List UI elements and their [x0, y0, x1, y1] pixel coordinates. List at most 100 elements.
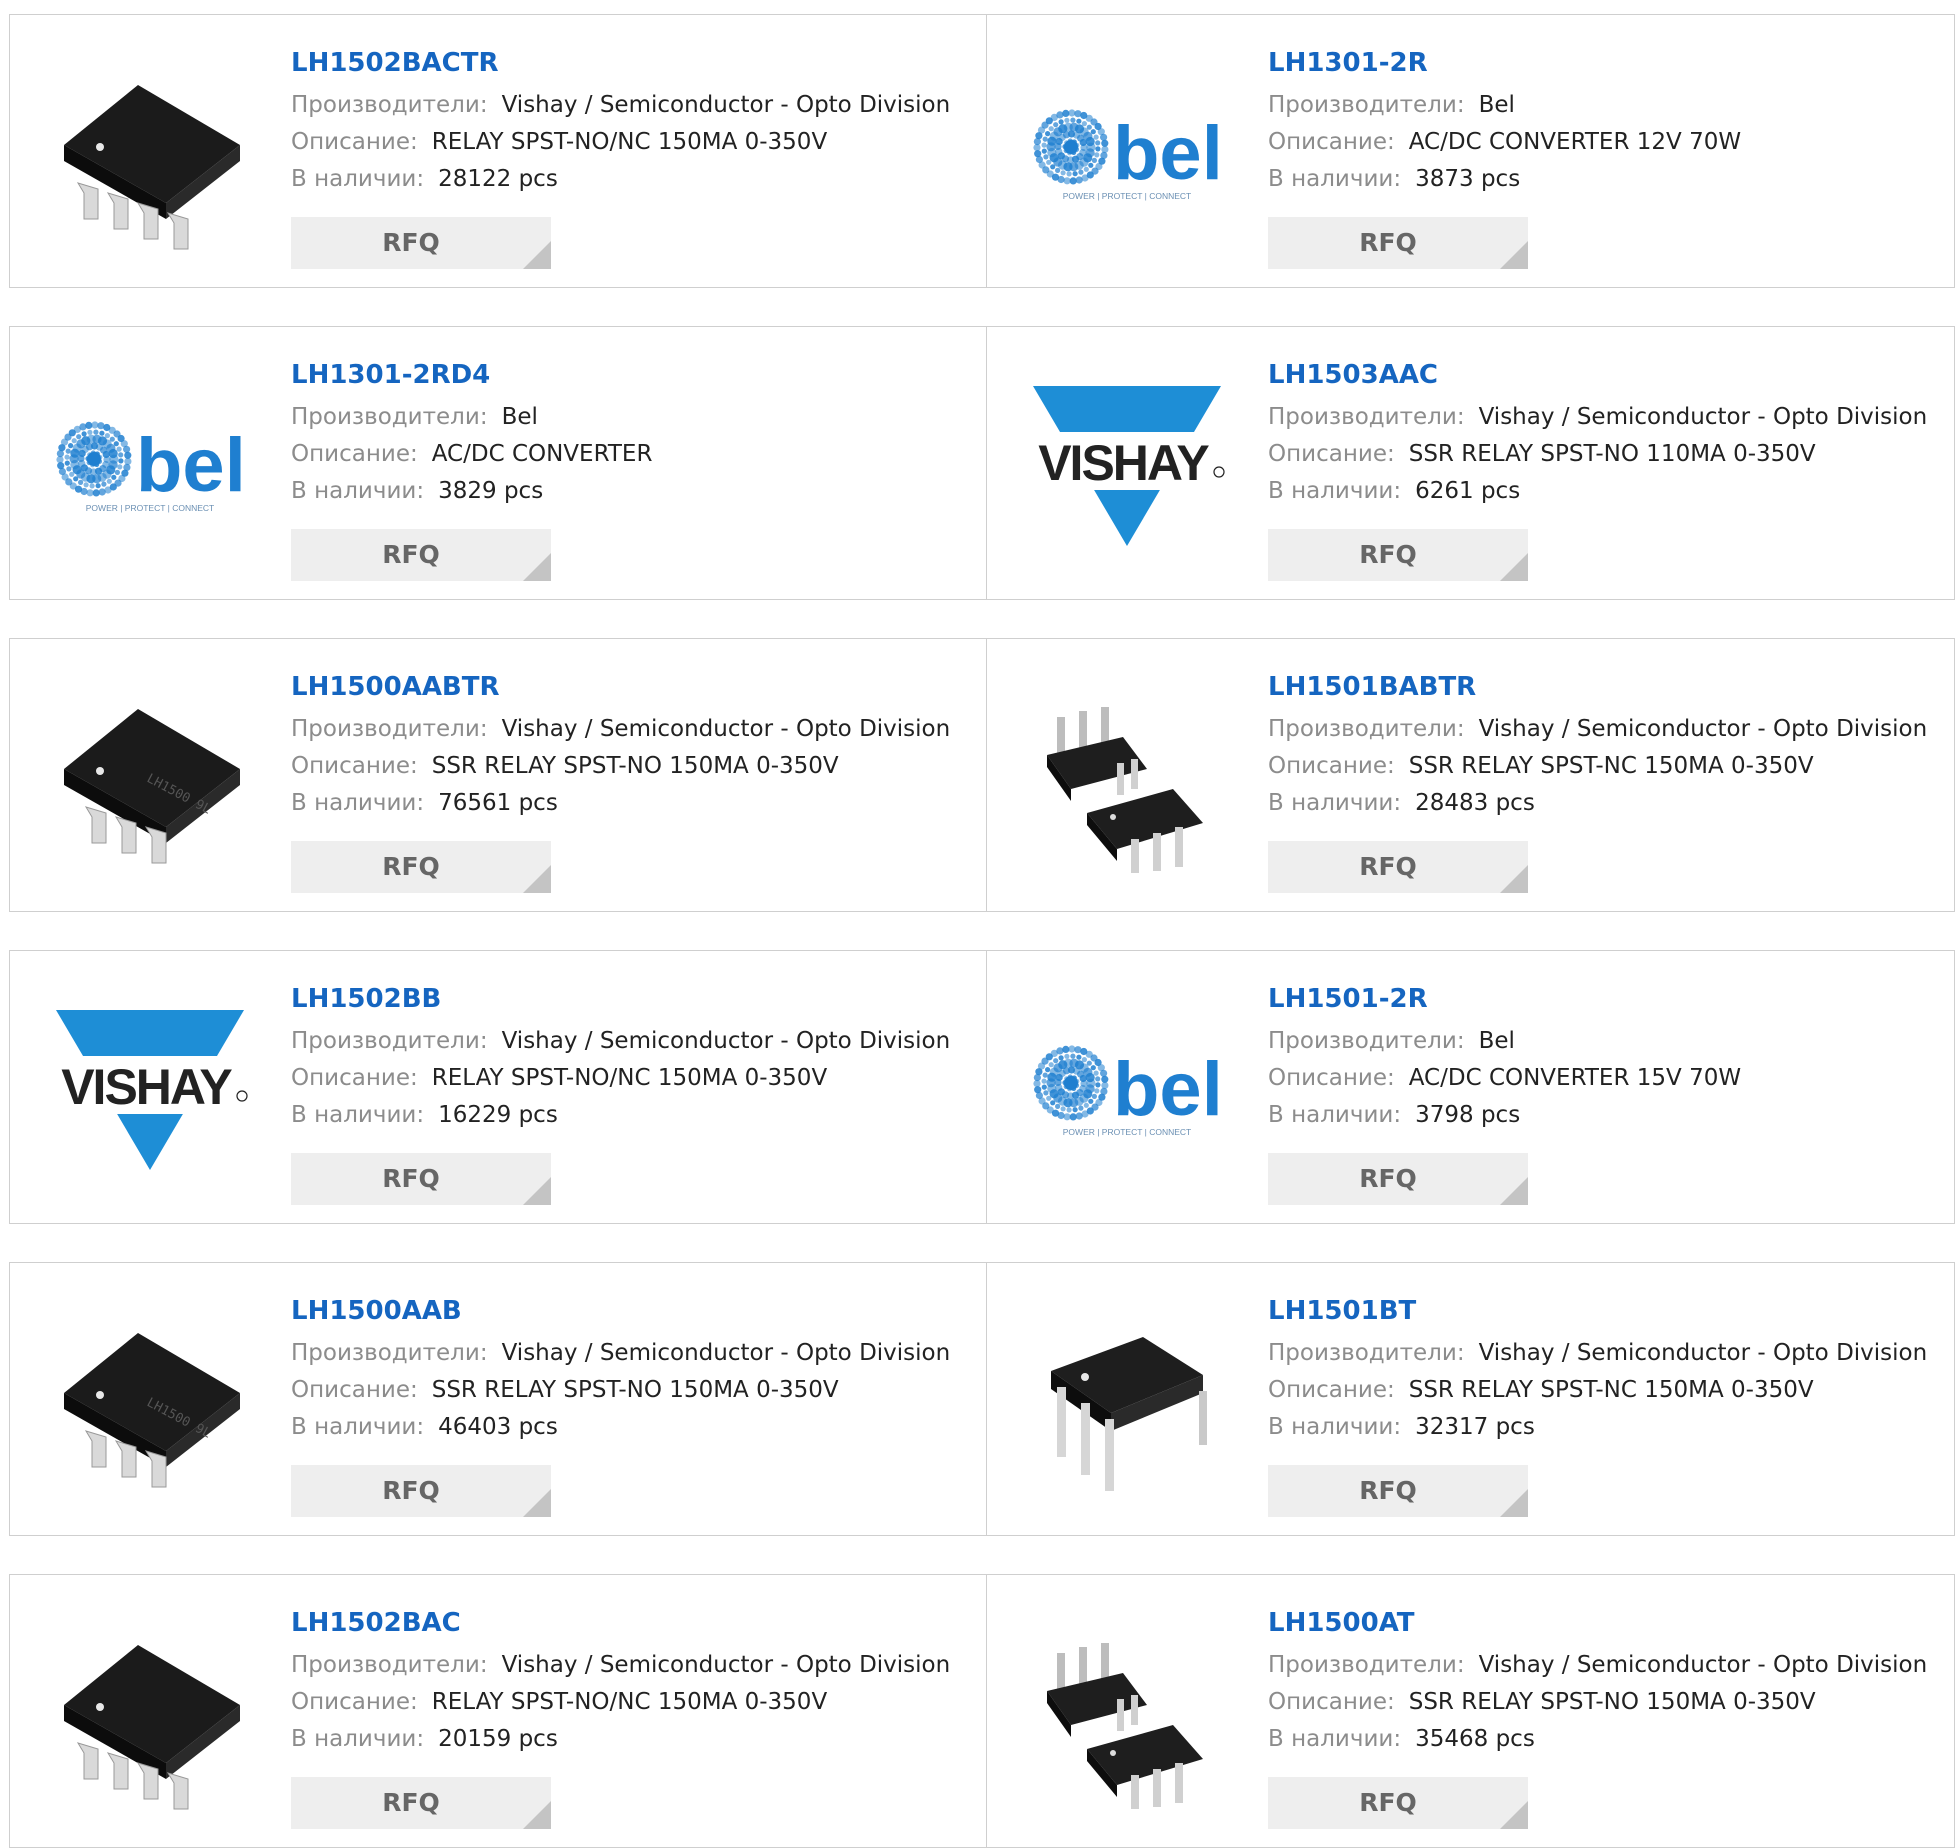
product-card: bel POWER | PROTECT | CONNECT LH1301-2R … [987, 15, 1955, 287]
description-line: Описание: SSR RELAY SPST-NC 150MA 0-350V [1268, 748, 1946, 785]
product-image[interactable] [1027, 677, 1227, 877]
manufacturer-value: Vishay / Semiconductor - Opto Division [501, 1652, 951, 1678]
manufacturer-label: Производители: [1268, 92, 1465, 118]
rfq-button[interactable]: RFQ [291, 217, 551, 269]
bel-logo-tagline: POWER | PROTECT | CONNECT [86, 503, 214, 513]
part-number-link[interactable]: LH1501-2R [1268, 981, 1946, 1017]
dip-relay-chips-icon [1047, 707, 1203, 873]
manufacturer-line: Производители: Vishay / Semiconductor - O… [291, 1023, 976, 1060]
product-card: LH1501BT Производители: Vishay / Semicond… [987, 1263, 1955, 1535]
part-number-link[interactable]: LH1502BACTR [291, 45, 976, 81]
product-image[interactable] [1027, 1301, 1227, 1501]
rfq-button[interactable]: RFQ [1268, 217, 1528, 269]
part-number-link[interactable]: LH1501BT [1268, 1293, 1946, 1329]
stock-line: В наличии: 32317 pcs [1268, 1409, 1946, 1446]
rfq-button[interactable]: RFQ [1268, 1465, 1528, 1517]
product-image[interactable]: bel POWER | PROTECT | CONNECT [50, 365, 250, 565]
rfq-button[interactable]: RFQ [1268, 1153, 1528, 1205]
manufacturer-value: Vishay / Semiconductor - Opto Division [1478, 716, 1928, 742]
part-number-link[interactable]: LH1502BB [291, 981, 976, 1017]
rfq-corner-decoration [1500, 1177, 1528, 1205]
product-card: LH1502BAC Производители: Vishay / Semicon… [10, 1575, 987, 1847]
description-line: Описание: RELAY SPST-NO/NC 150MA 0-350V [291, 1684, 976, 1721]
part-number-link[interactable]: LH1501BABTR [1268, 669, 1946, 705]
description-label: Описание: [1268, 753, 1395, 779]
description-line: Описание: SSR RELAY SPST-NO 150MA 0-350V [291, 748, 976, 785]
smd-relay-chip-icon: LH1500 9L [64, 1333, 240, 1488]
rfq-label: RFQ [382, 1164, 440, 1193]
stock-label: В наличии: [291, 790, 425, 816]
manufacturer-line: Производители: Vishay / Semiconductor - O… [1268, 1647, 1946, 1684]
rfq-button[interactable]: RFQ [291, 529, 551, 581]
product-image[interactable]: bel POWER | PROTECT | CONNECT [1027, 989, 1227, 1189]
rfq-button[interactable]: RFQ [291, 1777, 551, 1829]
bel-logo-icon: bel POWER | PROTECT | CONNECT [56, 421, 246, 513]
rfq-button[interactable]: RFQ [291, 1465, 551, 1517]
manufacturer-value: Vishay / Semiconductor - Opto Division [501, 1340, 951, 1366]
part-number-link[interactable]: LH1301-2R [1268, 45, 1946, 81]
stock-label: В наличии: [1268, 166, 1402, 192]
rfq-button[interactable]: RFQ [1268, 1777, 1528, 1829]
product-row: VISHAY LH1502BB Производители: Vishay / S… [9, 950, 1955, 1224]
rfq-button[interactable]: RFQ [1268, 841, 1528, 893]
product-image[interactable] [50, 1613, 250, 1813]
rfq-button[interactable]: RFQ [291, 841, 551, 893]
product-image[interactable] [1027, 1613, 1227, 1813]
description-value: SSR RELAY SPST-NC 150MA 0-350V [1408, 1377, 1814, 1403]
manufacturer-value: Vishay / Semiconductor - Opto Division [501, 1028, 951, 1054]
smd-relay-chip-icon [64, 85, 240, 250]
product-image[interactable]: bel POWER | PROTECT | CONNECT [1027, 53, 1227, 253]
smd-relay-chip-icon [64, 1645, 240, 1810]
description-label: Описание: [291, 441, 418, 467]
bel-logo-tagline: POWER | PROTECT | CONNECT [1063, 1127, 1191, 1137]
stock-value: 28483 pcs [1415, 790, 1535, 816]
stock-line: В наличии: 46403 pcs [291, 1409, 976, 1446]
manufacturer-label: Производители: [291, 716, 488, 742]
part-number-link[interactable]: LH1503AAC [1268, 357, 1946, 393]
bel-logo-tagline: POWER | PROTECT | CONNECT [1063, 191, 1191, 201]
description-line: Описание: SSR RELAY SPST-NC 150MA 0-350V [1268, 1372, 1946, 1409]
stock-value: 28122 pcs [438, 166, 558, 192]
part-number-link[interactable]: LH1500AABTR [291, 669, 976, 705]
part-number-link[interactable]: LH1301-2RD4 [291, 357, 976, 393]
rfq-corner-decoration [1500, 553, 1528, 581]
manufacturer-value: Bel [1478, 1028, 1515, 1054]
product-image[interactable]: LH1500 9L [50, 677, 250, 877]
part-number-link[interactable]: LH1500AT [1268, 1605, 1946, 1641]
manufacturer-label: Производители: [291, 1340, 488, 1366]
rfq-label: RFQ [382, 1476, 440, 1505]
manufacturer-label: Производители: [291, 1028, 488, 1054]
rfq-corner-decoration [1500, 865, 1528, 893]
rfq-label: RFQ [1359, 1476, 1417, 1505]
product-row: LH1502BACTR Производители: Vishay / Semic… [9, 14, 1955, 288]
stock-value: 3798 pcs [1415, 1102, 1521, 1128]
description-label: Описание: [1268, 1377, 1395, 1403]
description-value: SSR RELAY SPST-NC 150MA 0-350V [1408, 753, 1814, 779]
part-number-link[interactable]: LH1500AAB [291, 1293, 976, 1329]
description-value: AC/DC CONVERTER 15V 70W [1408, 1065, 1742, 1091]
stock-line: В наличии: 28483 pcs [1268, 785, 1946, 822]
manufacturer-label: Производители: [1268, 1340, 1465, 1366]
product-image[interactable]: VISHAY [50, 989, 250, 1189]
product-image[interactable] [50, 53, 250, 253]
rfq-button[interactable]: RFQ [1268, 529, 1528, 581]
product-image[interactable]: VISHAY [1027, 365, 1227, 565]
rfq-corner-decoration [523, 553, 551, 581]
rfq-button[interactable]: RFQ [291, 1153, 551, 1205]
dip-relay-chips-icon [1047, 1643, 1203, 1809]
product-image[interactable]: LH1500 9L [50, 1301, 250, 1501]
description-value: SSR RELAY SPST-NO 150MA 0-350V [431, 753, 839, 779]
manufacturer-line: Производители: Bel [1268, 1023, 1946, 1060]
product-card: VISHAY LH1502BB Производители: Vishay / S… [10, 951, 987, 1223]
part-number-link[interactable]: LH1502BAC [291, 1605, 976, 1641]
manufacturer-value: Vishay / Semiconductor - Opto Division [1478, 1340, 1928, 1366]
manufacturer-label: Производители: [291, 404, 488, 430]
bel-logo-word: bel [1113, 111, 1223, 196]
rfq-corner-decoration [1500, 241, 1528, 269]
stock-line: В наличии: 16229 pcs [291, 1097, 976, 1134]
description-line: Описание: AC/DC CONVERTER [291, 436, 976, 473]
manufacturer-value: Vishay / Semiconductor - Opto Division [501, 716, 951, 742]
manufacturer-value: Vishay / Semiconductor - Opto Division [1478, 1652, 1928, 1678]
product-row: LH1500 9L LH1500AAB Производители: Vishay… [9, 1262, 1955, 1536]
vishay-logo-icon: VISHAY [50, 1010, 250, 1170]
